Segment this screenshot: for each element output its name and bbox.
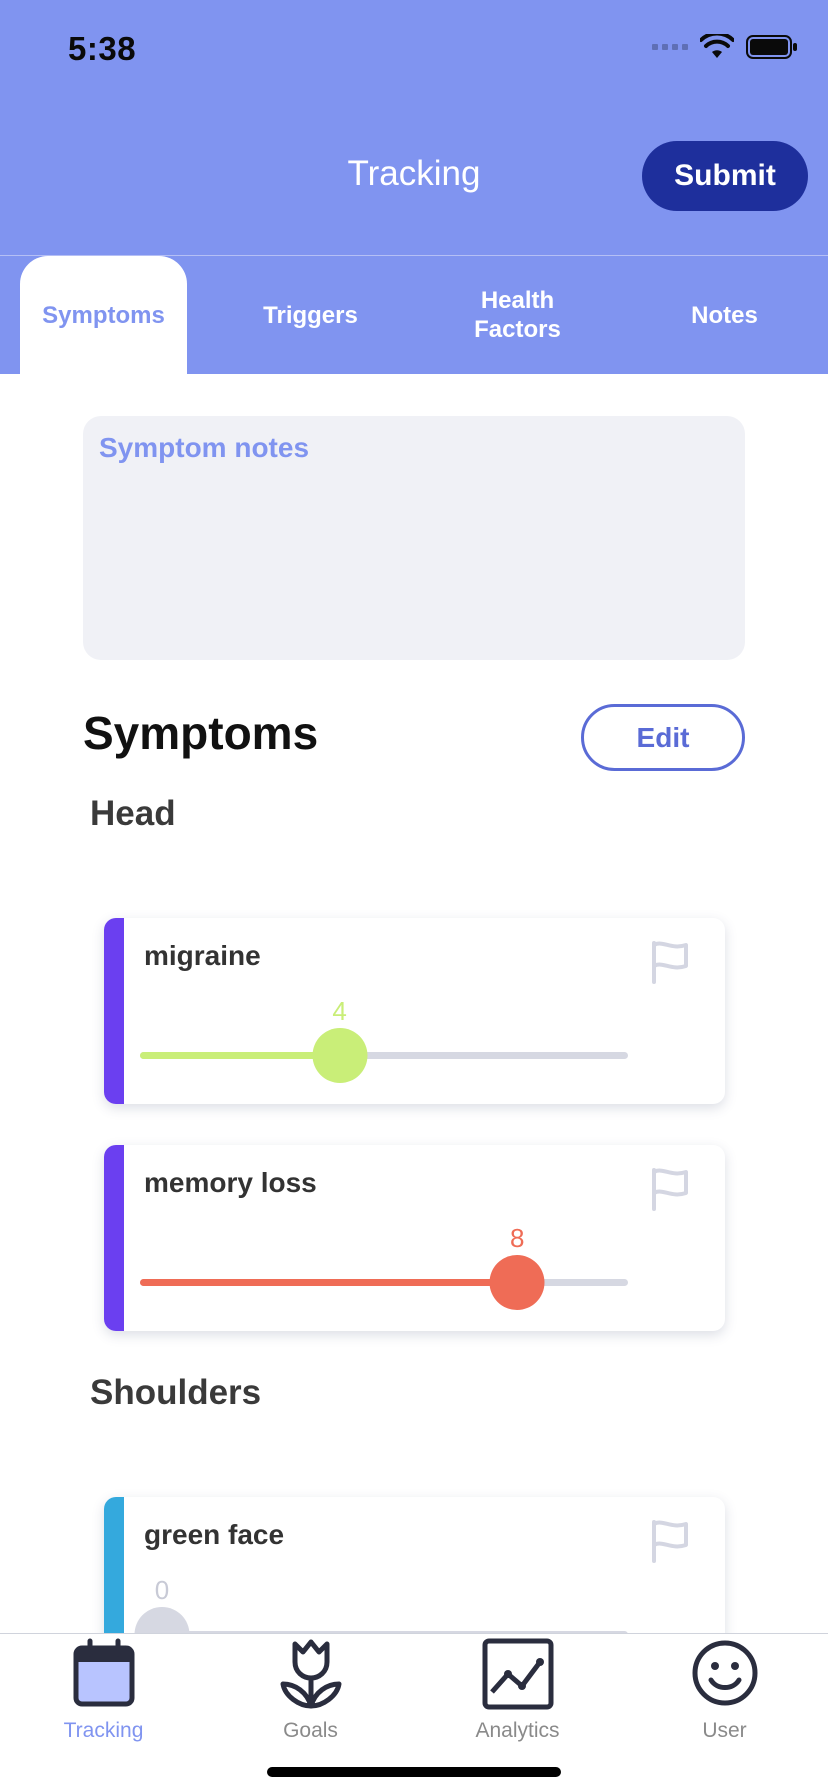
cellular-signal-icon <box>652 44 688 50</box>
flag-icon[interactable] <box>651 1519 689 1568</box>
group-label-head: Head <box>90 794 176 833</box>
tab-bar-top: Symptoms Triggers Health Factors Notes <box>0 256 828 374</box>
tab-triggers[interactable]: Triggers <box>207 256 414 374</box>
symptom-notes-input[interactable]: Symptom notes <box>83 416 745 660</box>
tabbar-label: Analytics <box>475 1719 560 1742</box>
slider-thumb[interactable] <box>489 1255 545 1310</box>
header: 5:38 Tracking Submit <box>0 0 828 256</box>
symptom-name: memory loss <box>144 1167 317 1198</box>
card-color-bar <box>104 1145 124 1331</box>
tabbar-item-tracking[interactable]: Tracking <box>0 1634 207 1744</box>
symptoms-section-title: Symptoms <box>83 707 319 759</box>
slider-track[interactable] <box>140 1279 628 1286</box>
tabbar-item-analytics[interactable]: Analytics <box>414 1634 621 1744</box>
flag-icon[interactable] <box>651 940 689 989</box>
tabbar-label: Tracking <box>63 1719 144 1742</box>
tab-symptoms[interactable]: Symptoms <box>20 256 187 374</box>
tabbar-label: Goals <box>283 1719 338 1742</box>
symptom-card-migraine: migraine 4 <box>104 918 725 1104</box>
flag-icon[interactable] <box>651 1167 689 1216</box>
card-color-bar <box>104 918 124 1104</box>
status-time: 5:38 <box>68 30 137 67</box>
symptom-card-memory-loss: memory loss 8 <box>104 1145 725 1331</box>
tab-notes[interactable]: Notes <box>621 256 828 374</box>
slider-fill <box>140 1052 340 1059</box>
edit-button[interactable]: Edit <box>581 704 745 771</box>
calendar-icon <box>72 1638 136 1713</box>
wifi-icon <box>700 34 734 60</box>
battery-icon <box>746 34 798 60</box>
home-indicator <box>267 1767 561 1777</box>
slider-value: 4 <box>332 996 347 1026</box>
slider-fill <box>140 1279 518 1286</box>
tab-health-factors[interactable]: Health Factors <box>414 256 621 374</box>
tabbar-item-user[interactable]: User <box>621 1634 828 1744</box>
symptom-name: green face <box>144 1519 285 1550</box>
group-label-shoulders: Shoulders <box>90 1373 262 1412</box>
submit-button[interactable]: Submit <box>642 141 808 211</box>
slider-value: 8 <box>509 1223 525 1253</box>
slider-value: 0 <box>154 1575 170 1605</box>
slider-thumb[interactable] <box>312 1028 368 1083</box>
tabbar-item-goals[interactable]: Goals <box>207 1634 414 1744</box>
symptom-name: migraine <box>144 940 261 971</box>
notes-placeholder: Symptom notes <box>99 432 310 463</box>
tabbar-label: User <box>702 1719 747 1742</box>
line-chart-icon <box>482 1638 554 1715</box>
tulip-icon <box>279 1638 343 1715</box>
status-icons <box>652 34 798 60</box>
slider-track[interactable] <box>140 1052 628 1059</box>
smiley-face-icon <box>691 1638 759 1713</box>
